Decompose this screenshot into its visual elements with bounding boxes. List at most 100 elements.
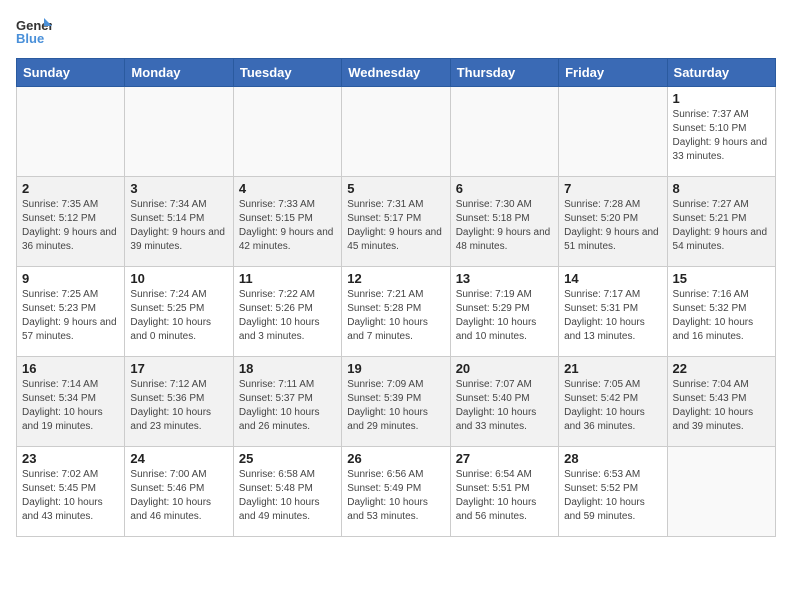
calendar-week-row: 16 Sunrise: 7:14 AM Sunset: 5:34 PM Dayli… — [17, 357, 776, 447]
calendar-day-cell: 27 Sunrise: 6:54 AM Sunset: 5:51 PM Dayli… — [450, 447, 558, 537]
weekday-header: Friday — [559, 59, 667, 87]
calendar-day-cell: 14 Sunrise: 7:17 AM Sunset: 5:31 PM Dayli… — [559, 267, 667, 357]
day-number: 5 — [347, 181, 444, 196]
day-info: Sunrise: 7:19 AM Sunset: 5:29 PM Dayligh… — [456, 288, 553, 344]
day-info: Sunrise: 7:34 AM Sunset: 5:14 PM Dayligh… — [130, 198, 227, 254]
day-number: 18 — [239, 361, 336, 376]
calendar-day-cell: 5 Sunrise: 7:31 AM Sunset: 5:17 PM Daylig… — [342, 177, 450, 267]
day-number: 6 — [456, 181, 553, 196]
day-number: 3 — [130, 181, 227, 196]
logo: General Blue — [16, 16, 56, 46]
day-info: Sunrise: 7:11 AM Sunset: 5:37 PM Dayligh… — [239, 378, 336, 434]
calendar-day-cell: 12Sunrise: 7:21 AM Sunset: 5:28 PM Dayli… — [342, 267, 450, 357]
weekday-header: Saturday — [667, 59, 775, 87]
day-info: Sunrise: 6:56 AM Sunset: 5:49 PM Dayligh… — [347, 468, 444, 524]
calendar-day-cell: 15 Sunrise: 7:16 AM Sunset: 5:32 PM Dayli… — [667, 267, 775, 357]
calendar-day-cell: 1Sunrise: 7:37 AM Sunset: 5:10 PM Daylig… — [667, 87, 775, 177]
calendar-day-cell: 2Sunrise: 7:35 AM Sunset: 5:12 PM Daylig… — [17, 177, 125, 267]
day-info: Sunrise: 7:04 AM Sunset: 5:43 PM Dayligh… — [673, 378, 770, 434]
weekday-header: Tuesday — [233, 59, 341, 87]
day-info: Sunrise: 7:17 AM Sunset: 5:31 PM Dayligh… — [564, 288, 661, 344]
day-info: Sunrise: 7:31 AM Sunset: 5:17 PM Dayligh… — [347, 198, 444, 254]
calendar-day-cell: 13 Sunrise: 7:19 AM Sunset: 5:29 PM Dayli… — [450, 267, 558, 357]
day-info: Sunrise: 6:53 AM Sunset: 5:52 PM Dayligh… — [564, 468, 661, 524]
day-number: 28 — [564, 451, 661, 466]
calendar-day-cell: 24 Sunrise: 7:00 AM Sunset: 5:46 PM Dayli… — [125, 447, 233, 537]
calendar-day-cell: 26 Sunrise: 6:56 AM Sunset: 5:49 PM Dayli… — [342, 447, 450, 537]
calendar-day-cell — [233, 87, 341, 177]
day-number: 10 — [130, 271, 227, 286]
page-header: General Blue — [16, 16, 776, 46]
calendar-day-cell: 28 Sunrise: 6:53 AM Sunset: 5:52 PM Dayli… — [559, 447, 667, 537]
calendar-day-cell: 4 Sunrise: 7:33 AM Sunset: 5:15 PM Daylig… — [233, 177, 341, 267]
day-info: Sunrise: 7:28 AM Sunset: 5:20 PM Dayligh… — [564, 198, 661, 254]
day-number: 22 — [673, 361, 770, 376]
day-number: 26 — [347, 451, 444, 466]
day-info: Sunrise: 7:35 AM Sunset: 5:12 PM Dayligh… — [22, 198, 119, 254]
weekday-header: Thursday — [450, 59, 558, 87]
day-info: Sunrise: 7:30 AM Sunset: 5:18 PM Dayligh… — [456, 198, 553, 254]
calendar-day-cell — [342, 87, 450, 177]
day-number: 4 — [239, 181, 336, 196]
calendar-day-cell: 20Sunrise: 7:07 AM Sunset: 5:40 PM Dayli… — [450, 357, 558, 447]
svg-text:Blue: Blue — [16, 31, 44, 46]
calendar-day-cell: 17 Sunrise: 7:12 AM Sunset: 5:36 PM Dayli… — [125, 357, 233, 447]
day-info: Sunrise: 7:37 AM Sunset: 5:10 PM Dayligh… — [673, 108, 770, 164]
calendar-day-cell — [17, 87, 125, 177]
day-info: Sunrise: 7:25 AM Sunset: 5:23 PM Dayligh… — [22, 288, 119, 344]
day-info: Sunrise: 6:54 AM Sunset: 5:51 PM Dayligh… — [456, 468, 553, 524]
day-number: 14 — [564, 271, 661, 286]
calendar-table: SundayMondayTuesdayWednesdayThursdayFrid… — [16, 58, 776, 537]
day-number: 25 — [239, 451, 336, 466]
calendar-week-row: 1Sunrise: 7:37 AM Sunset: 5:10 PM Daylig… — [17, 87, 776, 177]
calendar-day-cell — [450, 87, 558, 177]
calendar-day-cell: 23 Sunrise: 7:02 AM Sunset: 5:45 PM Dayli… — [17, 447, 125, 537]
weekday-header: Sunday — [17, 59, 125, 87]
calendar-week-row: 2Sunrise: 7:35 AM Sunset: 5:12 PM Daylig… — [17, 177, 776, 267]
day-info: Sunrise: 7:00 AM Sunset: 5:46 PM Dayligh… — [130, 468, 227, 524]
day-number: 12 — [347, 271, 444, 286]
day-number: 16 — [22, 361, 119, 376]
day-number: 24 — [130, 451, 227, 466]
calendar-day-cell: 3 Sunrise: 7:34 AM Sunset: 5:14 PM Daylig… — [125, 177, 233, 267]
day-number: 23 — [22, 451, 119, 466]
day-number: 27 — [456, 451, 553, 466]
calendar-day-cell — [125, 87, 233, 177]
day-number: 21 — [564, 361, 661, 376]
weekday-header: Monday — [125, 59, 233, 87]
calendar-day-cell — [667, 447, 775, 537]
calendar-day-cell: 8 Sunrise: 7:27 AM Sunset: 5:21 PM Daylig… — [667, 177, 775, 267]
weekday-header: Wednesday — [342, 59, 450, 87]
calendar-day-cell: 10 Sunrise: 7:24 AM Sunset: 5:25 PM Dayli… — [125, 267, 233, 357]
day-info: Sunrise: 7:27 AM Sunset: 5:21 PM Dayligh… — [673, 198, 770, 254]
day-info: Sunrise: 7:02 AM Sunset: 5:45 PM Dayligh… — [22, 468, 119, 524]
calendar-day-cell: 6 Sunrise: 7:30 AM Sunset: 5:18 PM Daylig… — [450, 177, 558, 267]
calendar-day-cell: 19Sunrise: 7:09 AM Sunset: 5:39 PM Dayli… — [342, 357, 450, 447]
day-info: Sunrise: 6:58 AM Sunset: 5:48 PM Dayligh… — [239, 468, 336, 524]
day-info: Sunrise: 7:12 AM Sunset: 5:36 PM Dayligh… — [130, 378, 227, 434]
calendar-day-cell: 9Sunrise: 7:25 AM Sunset: 5:23 PM Daylig… — [17, 267, 125, 357]
calendar-day-cell: 22 Sunrise: 7:04 AM Sunset: 5:43 PM Dayli… — [667, 357, 775, 447]
calendar-day-cell: 7 Sunrise: 7:28 AM Sunset: 5:20 PM Daylig… — [559, 177, 667, 267]
day-number: 13 — [456, 271, 553, 286]
day-number: 8 — [673, 181, 770, 196]
calendar-week-row: 23 Sunrise: 7:02 AM Sunset: 5:45 PM Dayli… — [17, 447, 776, 537]
day-number: 15 — [673, 271, 770, 286]
calendar-day-cell: 25 Sunrise: 6:58 AM Sunset: 5:48 PM Dayli… — [233, 447, 341, 537]
calendar-day-cell — [559, 87, 667, 177]
calendar-day-cell: 18 Sunrise: 7:11 AM Sunset: 5:37 PM Dayli… — [233, 357, 341, 447]
calendar-day-cell: 11Sunrise: 7:22 AM Sunset: 5:26 PM Dayli… — [233, 267, 341, 357]
day-info: Sunrise: 7:33 AM Sunset: 5:15 PM Dayligh… — [239, 198, 336, 254]
day-number: 11 — [239, 271, 336, 286]
calendar-day-cell: 16 Sunrise: 7:14 AM Sunset: 5:34 PM Dayli… — [17, 357, 125, 447]
calendar-day-cell: 21Sunrise: 7:05 AM Sunset: 5:42 PM Dayli… — [559, 357, 667, 447]
day-number: 20 — [456, 361, 553, 376]
logo-icon: General Blue — [16, 16, 52, 46]
day-info: Sunrise: 7:16 AM Sunset: 5:32 PM Dayligh… — [673, 288, 770, 344]
day-info: Sunrise: 7:09 AM Sunset: 5:39 PM Dayligh… — [347, 378, 444, 434]
day-info: Sunrise: 7:14 AM Sunset: 5:34 PM Dayligh… — [22, 378, 119, 434]
day-info: Sunrise: 7:24 AM Sunset: 5:25 PM Dayligh… — [130, 288, 227, 344]
calendar-week-row: 9Sunrise: 7:25 AM Sunset: 5:23 PM Daylig… — [17, 267, 776, 357]
day-number: 7 — [564, 181, 661, 196]
day-number: 17 — [130, 361, 227, 376]
